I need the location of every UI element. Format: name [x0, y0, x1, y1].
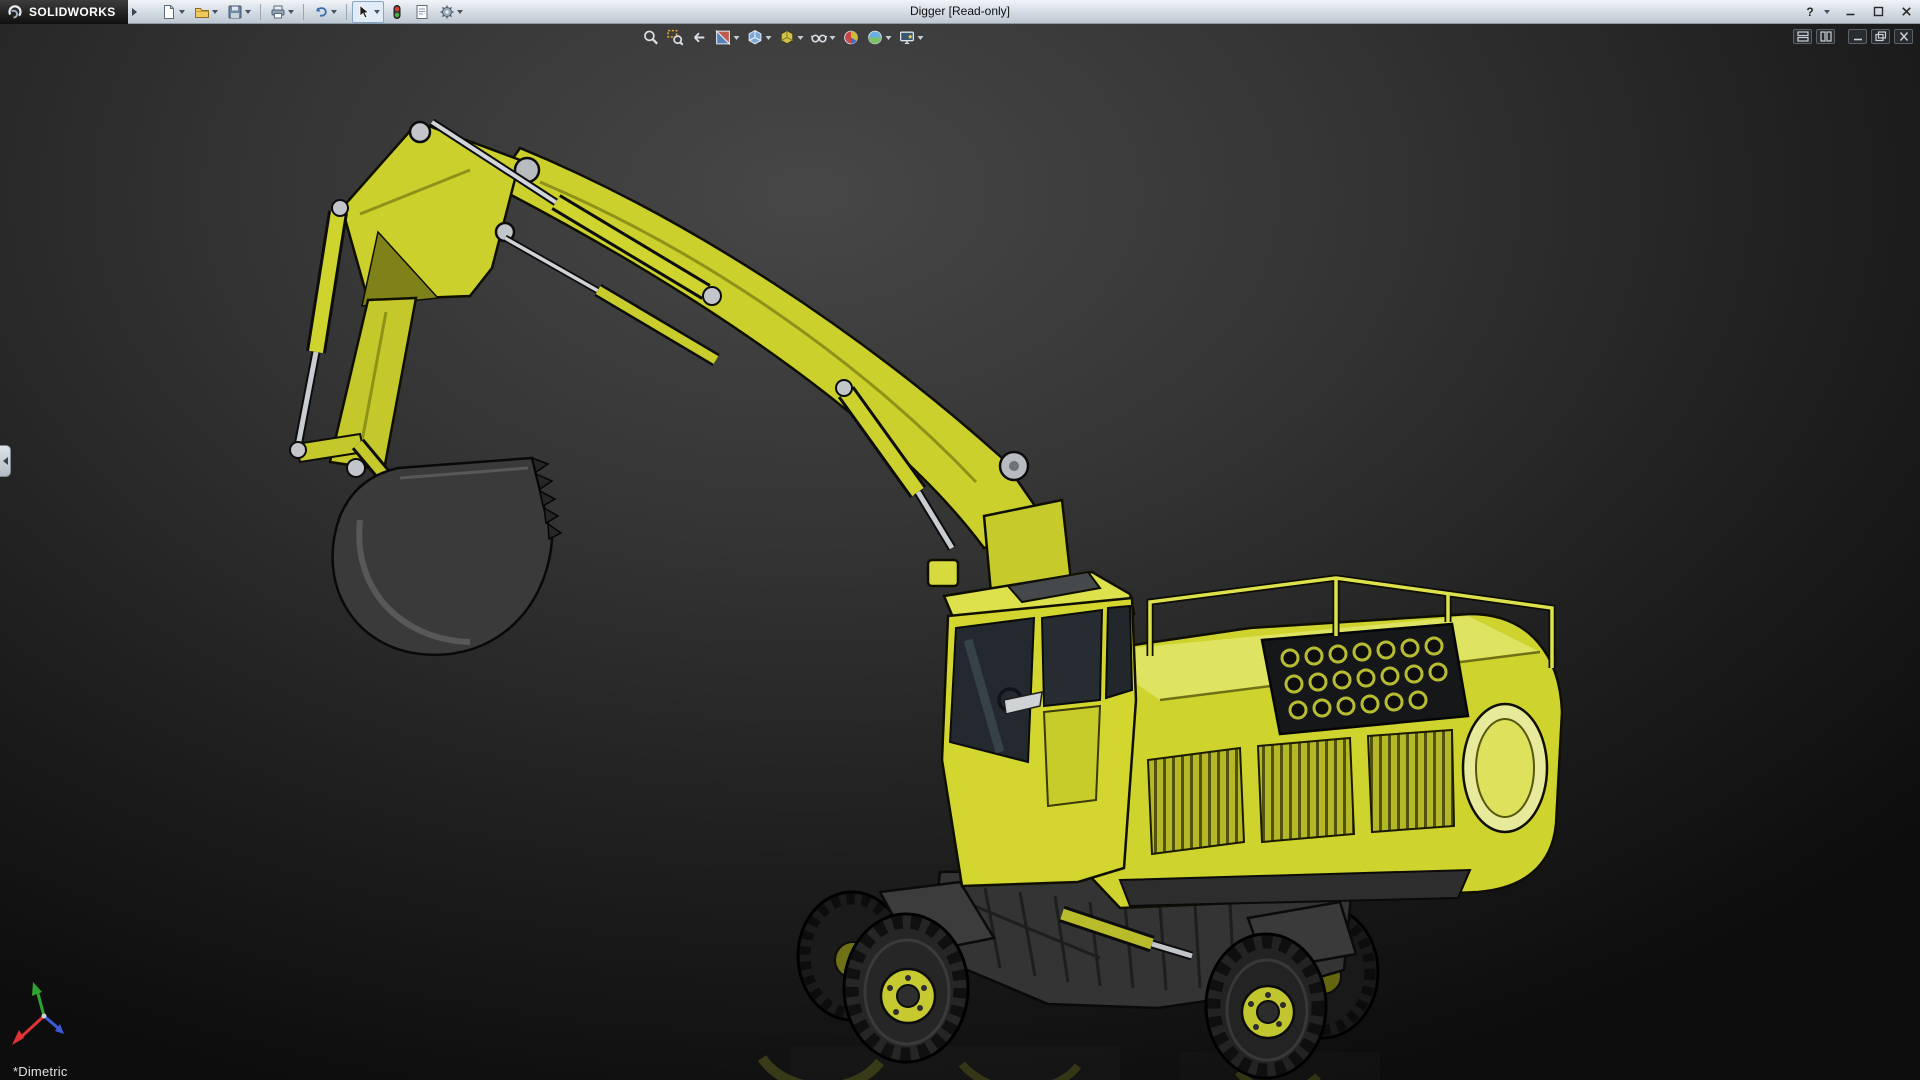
open-button[interactable]: [190, 1, 222, 23]
apply-scene-dropdown-arrow[interactable]: [885, 35, 892, 40]
hide-show-items-button[interactable]: [809, 27, 838, 48]
options-dropdown-arrow[interactable]: [456, 9, 463, 14]
toolbar-separator: [302, 3, 304, 20]
zoom-to-area-icon: [667, 29, 684, 46]
toolbar-separator: [345, 3, 347, 20]
view-settings-icon: [899, 31, 915, 44]
display-style-button[interactable]: [777, 27, 806, 48]
engine-housing[interactable]: [1084, 612, 1564, 910]
new-dropdown-arrow[interactable]: [178, 9, 185, 14]
front-wheel: [842, 912, 970, 1064]
solidworks-logo: SOLIDWORKS: [0, 0, 128, 24]
zoom-to-area-button[interactable]: [665, 27, 686, 48]
rear-wheel: [1204, 932, 1328, 1080]
print-icon: [271, 5, 285, 18]
rebuild-icon: [393, 4, 401, 19]
previous-view-icon: [694, 32, 705, 43]
print-dropdown-arrow[interactable]: [287, 9, 294, 14]
edit-appearance-button[interactable]: [841, 27, 862, 48]
bucket[interactable]: [331, 456, 563, 657]
close-icon: [1901, 7, 1911, 16]
help-button[interactable]: ?: [1796, 1, 1824, 23]
maximize-button[interactable]: [1864, 1, 1892, 23]
flyout-collapse-arrow-icon: [2, 457, 8, 465]
doc-restore-icon: [1874, 31, 1886, 42]
maximize-icon: [1873, 6, 1883, 17]
previous-view-button[interactable]: [689, 27, 710, 48]
view-settings-button[interactable]: [897, 27, 926, 48]
select-button[interactable]: [351, 0, 384, 23]
cab[interactable]: [926, 558, 1138, 888]
section-view-dropdown-arrow[interactable]: [733, 35, 740, 40]
rebuild-button[interactable]: [385, 1, 409, 23]
save-dropdown-arrow[interactable]: [244, 9, 251, 14]
orientation-triad: [12, 982, 64, 1045]
menu-expand-arrow[interactable]: [131, 7, 137, 16]
section-view-button[interactable]: [713, 27, 742, 48]
feature-panel-flyout-tab[interactable]: [0, 445, 11, 477]
tile-horizontal-icon: [1796, 31, 1809, 42]
undo-button[interactable]: [309, 1, 341, 23]
zoom-to-fit-icon: [644, 30, 658, 45]
file-properties-button[interactable]: [410, 1, 434, 23]
open-dropdown-arrow[interactable]: [211, 9, 218, 14]
titlebar: SOLIDWORKS Digger [Read-only] ?: [0, 0, 1920, 24]
display-style-icon: [780, 29, 794, 45]
open-folder-icon: [194, 7, 209, 18]
tile-vertically-button[interactable]: [1816, 29, 1835, 44]
window-controls: ?: [1796, 0, 1920, 24]
apply-scene-button[interactable]: [865, 27, 894, 48]
zoom-to-fit-button[interactable]: [641, 27, 662, 48]
hide-show-icon: [810, 34, 828, 43]
section-view-icon: [715, 29, 731, 46]
file-properties-icon: [416, 4, 428, 19]
new-document-button[interactable]: [157, 1, 189, 23]
excavator-model[interactable]: [0, 24, 1920, 1080]
close-button[interactable]: [1892, 1, 1920, 23]
view-settings-dropdown-arrow[interactable]: [917, 35, 924, 40]
view-orientation-dropdown-arrow[interactable]: [765, 35, 772, 40]
doc-minimize-button[interactable]: [1848, 29, 1867, 44]
save-button[interactable]: [223, 1, 255, 23]
edit-appearance-icon: [844, 30, 858, 45]
display-style-dropdown-arrow[interactable]: [797, 35, 804, 40]
undo-dropdown-arrow[interactable]: [330, 9, 337, 14]
hide-show-dropdown-arrow[interactable]: [829, 35, 836, 40]
standard-toolbar: [157, 0, 467, 23]
options-button[interactable]: [435, 1, 467, 23]
brand-text: SOLIDWORKS: [29, 4, 116, 19]
doc-minimize-icon: [1853, 38, 1862, 41]
options-gear-icon: [440, 5, 454, 18]
view-orientation-label: *Dimetric: [13, 1064, 68, 1079]
help-dropdown-arrow[interactable]: [1824, 9, 1830, 14]
apply-scene-icon: [868, 30, 882, 45]
toolbar-separator: [259, 3, 261, 20]
doc-restore-button[interactable]: [1871, 29, 1890, 44]
view-orientation-icon: [748, 29, 762, 45]
graphics-viewport[interactable]: *Dimetric: [0, 24, 1920, 1080]
tile-vertical-icon: [1819, 31, 1832, 42]
select-cursor-icon: [359, 4, 370, 19]
document-window-controls: [1793, 29, 1913, 44]
dassault-swirl-icon: [8, 5, 22, 19]
minimize-icon: [1846, 13, 1854, 16]
select-dropdown-arrow[interactable]: [373, 9, 380, 14]
doc-close-button[interactable]: [1894, 29, 1913, 44]
headsup-view-toolbar: [641, 27, 926, 48]
minimize-button[interactable]: [1836, 1, 1864, 23]
help-glyph: ?: [1806, 4, 1814, 19]
tile-horizontally-button[interactable]: [1793, 29, 1812, 44]
new-document-icon: [163, 4, 174, 19]
roof-beacon: [926, 558, 960, 588]
doc-close-icon: [1899, 32, 1908, 41]
view-orientation-button[interactable]: [745, 27, 774, 48]
print-button[interactable]: [266, 1, 298, 23]
save-icon: [228, 5, 242, 18]
window-title: Digger [Read-only]: [909, 4, 1011, 18]
undo-icon: [315, 6, 327, 17]
